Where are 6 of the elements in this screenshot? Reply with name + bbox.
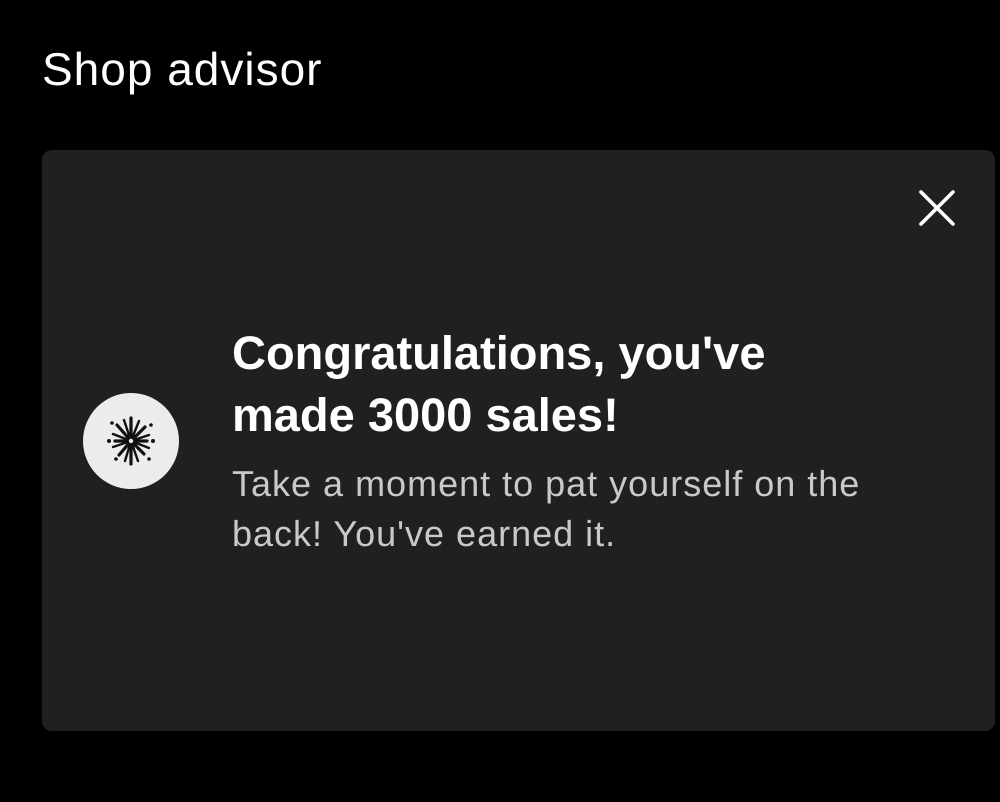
congratulations-message: Take a moment to pat yourself on the back! You've earned it. bbox=[232, 462, 862, 556]
close-button[interactable] bbox=[917, 188, 957, 228]
close-icon bbox=[919, 190, 955, 226]
congratulations-heading: Congratulations, you've made 3000 sales! bbox=[232, 325, 766, 443]
fireworks-icon bbox=[83, 392, 179, 488]
page-title: Shop advisor bbox=[42, 42, 324, 97]
